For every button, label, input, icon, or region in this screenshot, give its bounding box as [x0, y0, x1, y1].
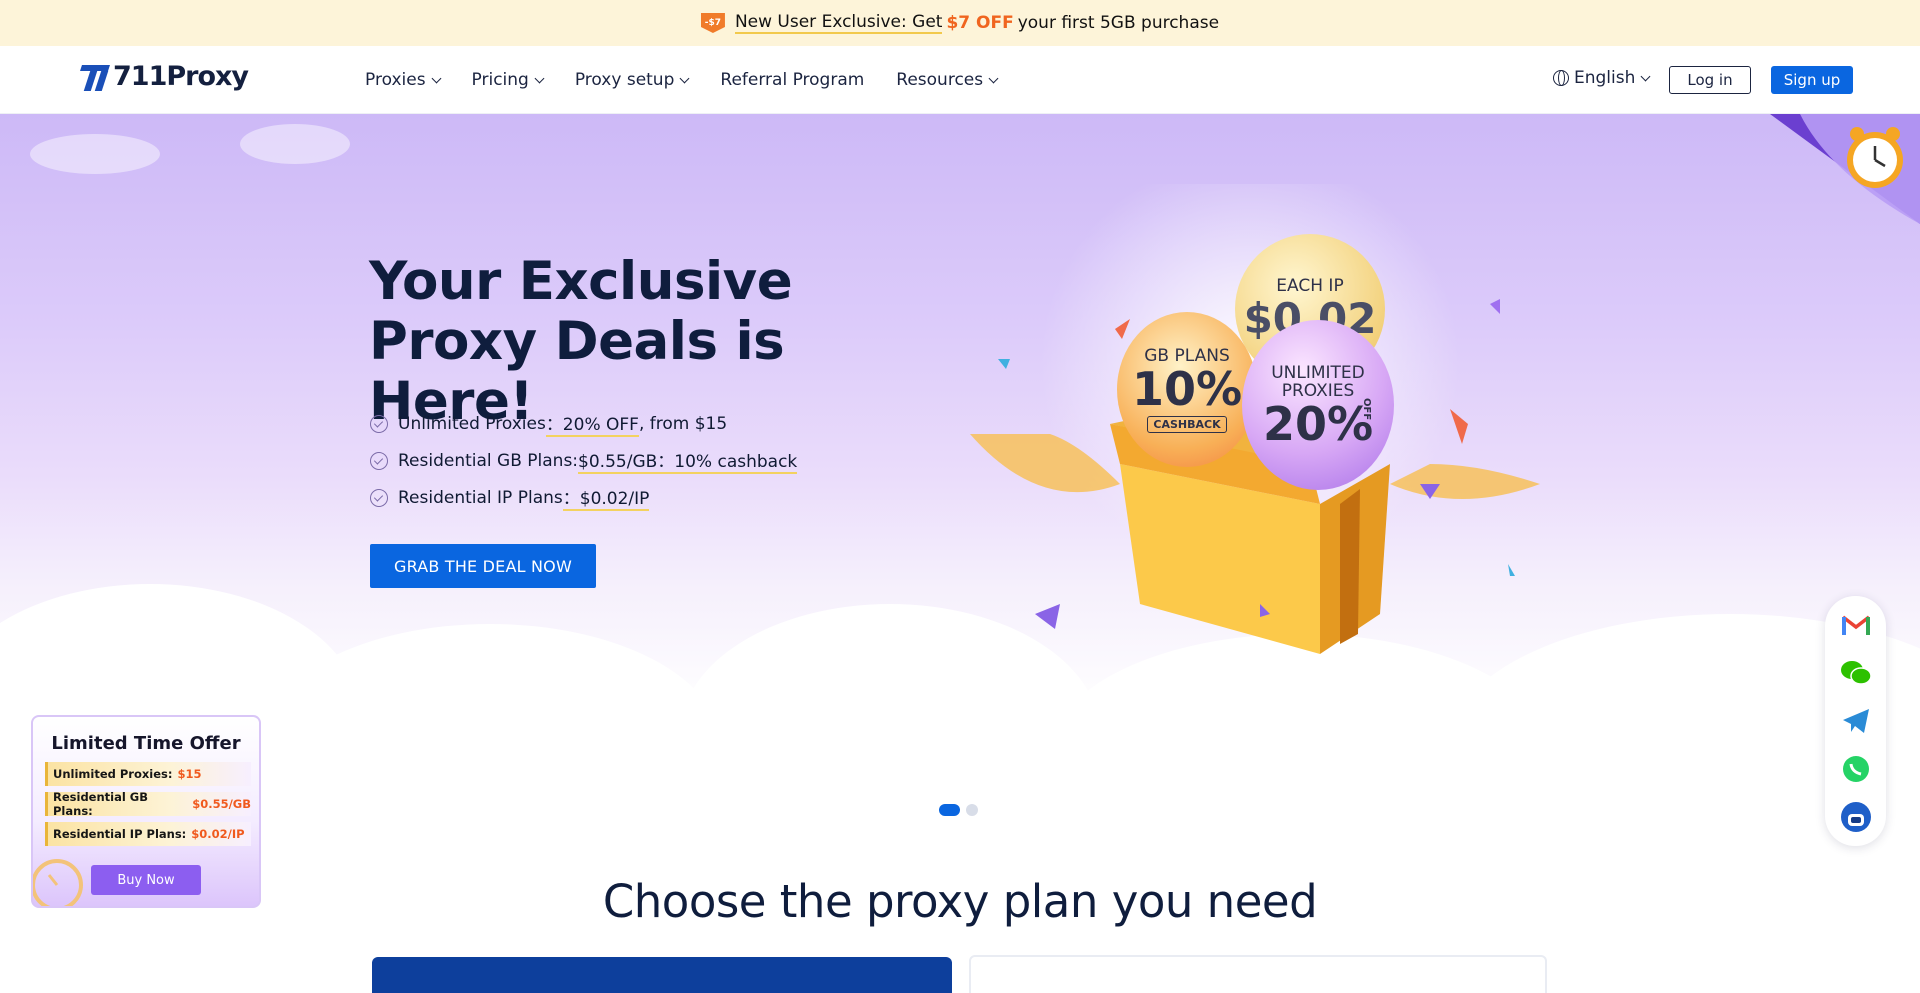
feature-highlight: $0.55/GB：10% cashback: [578, 447, 798, 474]
cashback-badge: CASHBACK: [1147, 416, 1227, 433]
logo-mark-icon: [79, 63, 110, 91]
telegram-icon[interactable]: [1839, 704, 1872, 737]
carousel-dot-2[interactable]: [966, 804, 978, 816]
balloon-off-label: OFF: [1361, 398, 1372, 421]
nav-item-label: Proxy setup: [574, 70, 675, 90]
balloon-unlimited-value: 20%: [1262, 397, 1374, 451]
login-button[interactable]: Log in: [1669, 66, 1751, 94]
logo-text: 711Proxy: [113, 61, 249, 92]
language-selector[interactable]: English: [1553, 68, 1651, 88]
nav-item-label: Pricing: [471, 70, 529, 90]
cloud-decoration: [240, 124, 350, 164]
chevron-down-icon: [431, 73, 441, 84]
hero-feature-item: Residential GB Plans: $0.55/GB：10% cashb…: [370, 447, 798, 474]
check-circle-icon: [370, 451, 388, 470]
balloon-ip-label: EACH IP: [1276, 276, 1344, 296]
offer-row: Unlimited Proxies: $15: [45, 762, 251, 786]
main-header: 711Proxy Proxies Pricing Proxy setup Ref…: [0, 46, 1920, 114]
nav-item-referral-program[interactable]: Referral Program: [720, 70, 864, 90]
offer-row-price: $0.55/GB: [192, 797, 251, 811]
nav-item-pricing[interactable]: Pricing: [471, 70, 545, 90]
hero-banner: Your Exclusive Proxy Deals is Here! Unli…: [0, 114, 1920, 714]
carousel-pagination: [939, 804, 978, 816]
offer-row-price: $0.02/IP: [191, 827, 245, 841]
nav-item-label: Proxies: [365, 70, 426, 90]
feature-tail: , from $15: [638, 413, 728, 434]
gmail-icon[interactable]: [1839, 608, 1872, 641]
offer-row-label: Residential GB Plans:: [53, 790, 149, 818]
site-logo[interactable]: 711Proxy: [79, 61, 249, 92]
plan-card-primary[interactable]: [372, 957, 952, 993]
nav-item-proxies[interactable]: Proxies: [365, 70, 441, 90]
plans-section-title: Choose the proxy plan you need: [602, 875, 1318, 928]
balloon-gb-plans: GB PLANS 10% CASHBACK: [1117, 312, 1257, 467]
offer-title: Limited Time Offer: [51, 733, 241, 754]
check-circle-icon: [370, 414, 388, 433]
plan-card-secondary[interactable]: [969, 955, 1547, 993]
alarm-clock-icon: [1847, 127, 1903, 188]
balloon-gb-value: 10%: [1131, 362, 1243, 416]
chevron-down-icon: [679, 73, 690, 84]
gift-box-illustration: EACH IP $0.02 GB PLANS 10% CASHBACK UNLI…: [960, 184, 1540, 664]
hero-feature-item: Residential IP Plans ：$0.02/IP: [370, 484, 650, 511]
hero-feature-item: Unlimited Proxies ：20% OFF , from $15: [370, 410, 727, 437]
offer-row-label: Residential IP Plans:: [53, 827, 187, 841]
discount-tag-icon: -$7: [700, 13, 725, 33]
chevron-down-icon: [534, 73, 545, 84]
feature-highlight: ：20% OFF: [545, 410, 639, 437]
feature-lead: Unlimited Proxies: [398, 413, 546, 434]
hero-title: Your Exclusive Proxy Deals is Here!: [369, 251, 793, 432]
offer-row-label: Unlimited Proxies:: [53, 767, 173, 781]
feature-lead: Residential GB Plans:: [398, 450, 579, 471]
check-circle-icon: [370, 488, 388, 507]
announcement-bar[interactable]: -$7 New User Exclusive: Get $7 OFF your …: [0, 0, 1920, 46]
contact-sidebar: [1825, 596, 1886, 846]
whatsapp-icon[interactable]: [1839, 752, 1872, 785]
nav-item-label: Resources: [896, 70, 984, 90]
balloon-unlimited-proxies: UNLIMITED PROXIES 20% OFF: [1242, 320, 1394, 490]
primary-menu: Proxies Pricing Proxy setup Referral Pro…: [365, 46, 1029, 114]
offer-row: Residential IP Plans: $0.02/IP: [45, 822, 251, 846]
offer-row-price: $15: [177, 767, 202, 781]
nav-item-label: Referral Program: [720, 70, 865, 90]
cloud-decoration: [30, 134, 160, 174]
feature-highlight: ：$0.02/IP: [562, 484, 650, 511]
grab-deal-button[interactable]: GRAB THE DEAL NOW: [370, 544, 596, 588]
balloon-unlimited-label: UNLIMITED: [1271, 363, 1365, 383]
offer-row: Residential GB Plans: $0.55/GB: [45, 790, 251, 818]
signup-button[interactable]: Sign up: [1771, 66, 1853, 94]
wechat-icon[interactable]: [1839, 656, 1872, 689]
announcement-prefix: New User Exclusive: Get: [734, 12, 943, 34]
cloud-decoration: [260, 624, 720, 714]
globe-icon: [1553, 70, 1569, 86]
chevron-down-icon: [988, 73, 999, 84]
nav-item-proxy-setup[interactable]: Proxy setup: [574, 70, 690, 90]
chevron-down-icon: [1640, 71, 1651, 82]
nav-item-resources[interactable]: Resources: [896, 70, 999, 90]
announcement-suffix: your first 5GB purchase: [1017, 13, 1220, 33]
language-label: English: [1574, 68, 1636, 88]
feature-lead: Residential IP Plans: [398, 487, 563, 508]
announcement-discount: $7 OFF: [946, 13, 1014, 33]
support-bot-icon[interactable]: [1839, 800, 1872, 833]
carousel-dot-1[interactable]: [939, 804, 960, 816]
